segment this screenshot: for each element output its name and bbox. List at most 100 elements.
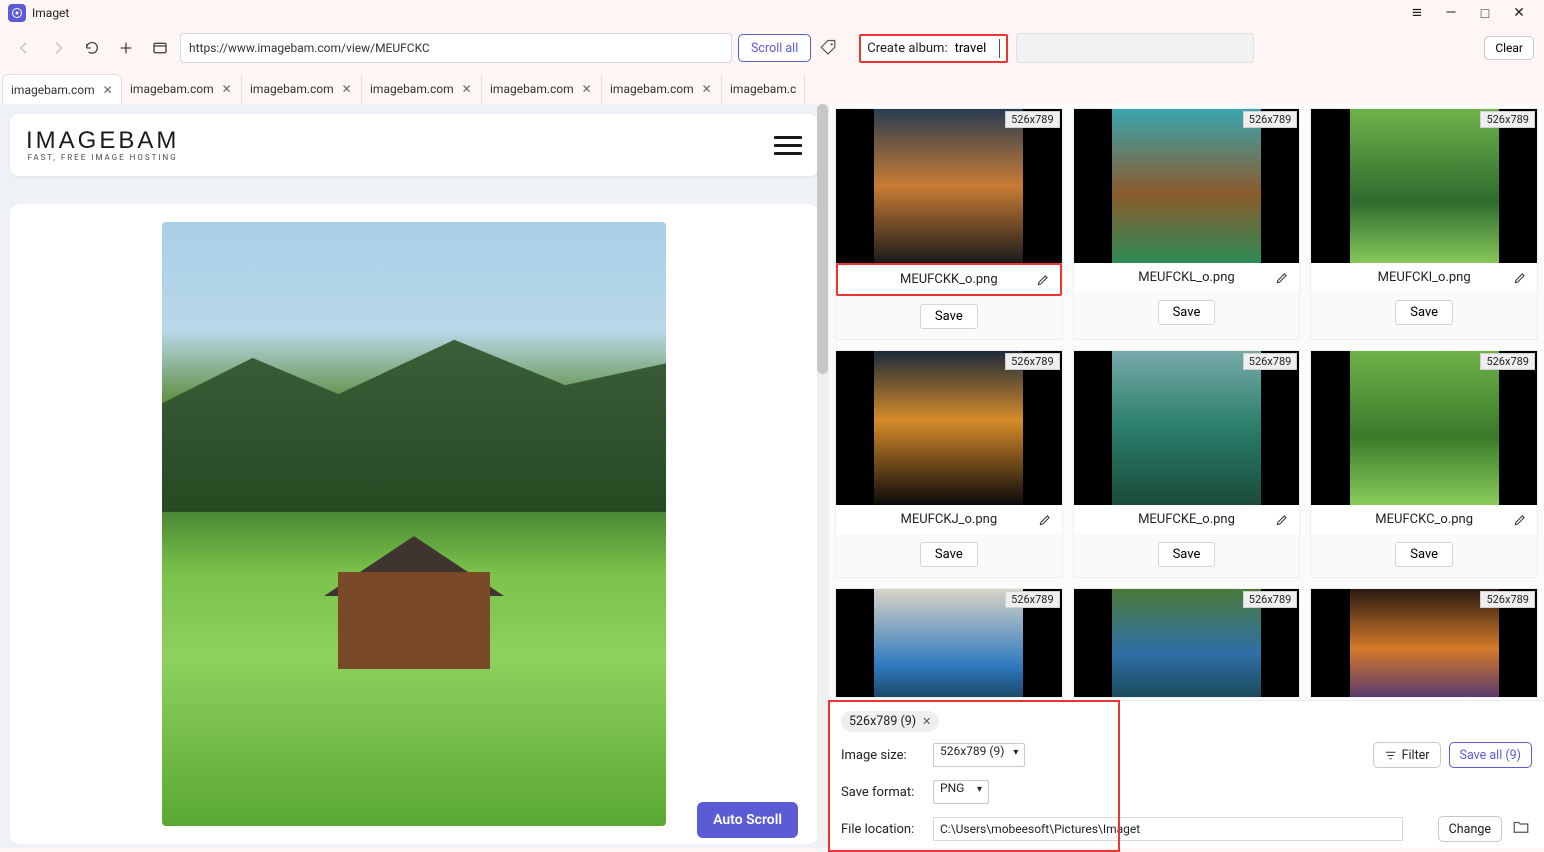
scrollbar[interactable]	[817, 104, 828, 848]
thumbnail-card[interactable]: 526x789 MEUFCKC_o.png Save	[1310, 350, 1538, 578]
tab-5[interactable]: imagebam.com✕	[602, 74, 722, 104]
clear-button[interactable]: Clear	[1484, 36, 1534, 60]
hamburger-menu-icon[interactable]: ≡	[1400, 0, 1434, 26]
nav-back-button[interactable]	[10, 34, 38, 62]
filename-row: MEUFCKI_o.png	[1311, 263, 1537, 292]
tab-label: imagebam.com	[490, 82, 574, 96]
create-album-field: Create album:	[859, 34, 1007, 63]
filename-row: MEUFCKE_o.png	[1074, 505, 1300, 534]
thumbnail-image: 526x789	[1074, 109, 1300, 263]
window-close-button[interactable]: ✕	[1502, 0, 1536, 26]
thumbnail-image: 526x789	[1074, 589, 1300, 697]
filename: MEUFCKC_o.png	[1375, 512, 1473, 527]
save-format-select[interactable]: PNG	[933, 780, 989, 804]
scroll-all-button[interactable]: Scroll all	[738, 34, 811, 62]
thumbnail-card[interactable]: 526x789 MEUFCKK_o.png Save	[835, 108, 1063, 340]
tab-3[interactable]: imagebam.com ✕	[362, 74, 482, 104]
app-icon	[8, 4, 26, 22]
file-location-field[interactable]: C:\Users\mobeesoft\Pictures\Imaget	[933, 817, 1403, 841]
thumbnail-card[interactable]: 526x789 MEUFCKI_o.png Save	[1310, 108, 1538, 340]
image-size-label: Image size:	[841, 748, 923, 763]
site-logo: IMAGEBAM FAST, FREE IMAGE HOSTING	[26, 129, 179, 162]
main-image	[162, 222, 666, 826]
save-thumbnail-button[interactable]: Save	[1395, 542, 1453, 567]
image-card	[10, 204, 818, 844]
tab-1[interactable]: imagebam.com ✕	[122, 74, 242, 104]
filename: MEUFCKE_o.png	[1138, 512, 1235, 527]
tab-close-icon[interactable]: ✕	[103, 83, 113, 97]
thumbnail-card[interactable]: 526x789MEUFCKE_o.pngSave	[1073, 350, 1301, 578]
thumbnail-card[interactable]: 526x789	[1310, 588, 1538, 698]
tab-close-icon[interactable]: ✕	[342, 82, 352, 96]
save-thumbnail-button[interactable]: Save	[1158, 300, 1216, 325]
thumbnail-card[interactable]: 526x789	[835, 588, 1063, 698]
edit-filename-icon[interactable]	[1513, 271, 1527, 285]
save-thumbnail-button[interactable]: Save	[1158, 542, 1216, 567]
app-name: Imaget	[32, 6, 69, 20]
save-all-button[interactable]: Save all (9)	[1449, 742, 1532, 768]
edit-filename-icon[interactable]	[1036, 273, 1050, 287]
thumbnail-image: 526x789	[1311, 351, 1537, 505]
thumbnail-image: 526x789	[1311, 589, 1537, 697]
file-location-label: File location:	[841, 822, 923, 837]
create-album-label: Create album:	[867, 41, 947, 56]
site-header: IMAGEBAM FAST, FREE IMAGE HOSTING	[10, 114, 818, 176]
album-toolbar-rest	[1016, 33, 1254, 63]
tab-close-icon[interactable]: ✕	[462, 82, 472, 96]
edit-filename-icon[interactable]	[1038, 513, 1052, 527]
save-thumbnail-button[interactable]: Save	[920, 542, 978, 567]
site-menu-icon[interactable]	[774, 136, 802, 155]
tab-label: imagebam.com	[130, 82, 214, 96]
new-tab-button[interactable]	[112, 34, 140, 62]
size-filter-chip[interactable]: 526x789 (9) ✕	[841, 711, 939, 732]
nav-forward-button[interactable]	[44, 34, 72, 62]
thumbnail-image: 526x789	[836, 109, 1062, 263]
thumbnail-image: 526x789	[836, 589, 1062, 697]
image-size-select[interactable]: 526x789 (9)	[933, 743, 1025, 767]
save-thumbnail-button[interactable]: Save	[920, 304, 978, 329]
edit-filename-icon[interactable]	[1275, 271, 1289, 285]
change-location-button[interactable]: Change	[1438, 816, 1502, 842]
tab-label: imagebam.c	[730, 82, 796, 96]
browser-panel-icon[interactable]	[146, 34, 174, 62]
edit-filename-icon[interactable]	[1513, 513, 1527, 527]
filename-row: MEUFCKK_o.png	[836, 263, 1062, 296]
window-maximize-button[interactable]: □	[1468, 0, 1502, 26]
tag-icon[interactable]	[817, 37, 839, 59]
save-thumbnail-button[interactable]: Save	[1395, 300, 1453, 325]
toolbar: https://www.imagebam.com/view/MEUFCKC Sc…	[0, 26, 1544, 70]
filename-row: MEUFCKJ_o.png	[836, 505, 1062, 534]
window-minimize-button[interactable]: —	[1434, 0, 1468, 26]
titlebar: Imaget ≡ — □ ✕	[0, 0, 1544, 26]
auto-scroll-button[interactable]: Auto Scroll	[697, 802, 798, 838]
tab-close-icon[interactable]: ✕	[582, 82, 592, 96]
tab-label: imagebam.com	[370, 82, 454, 96]
tab-2[interactable]: imagebam.com✕	[242, 74, 362, 104]
thumbnail-card[interactable]: 526x789 MEUFCKL_o.png Save	[1073, 108, 1301, 340]
dimension-badge: 526x789	[1243, 591, 1298, 608]
filename-row: MEUFCKL_o.png	[1074, 263, 1300, 292]
dimension-badge: 526x789	[1005, 111, 1060, 128]
download-settings-panel: 526x789 (9) ✕ Image size: 526x789 (9) Fi…	[829, 700, 1544, 848]
url-input[interactable]: https://www.imagebam.com/view/MEUFCKC	[180, 33, 732, 63]
edit-filename-icon[interactable]	[1275, 513, 1289, 527]
reload-button[interactable]	[78, 34, 106, 62]
thumbnail-card[interactable]: 526x789	[1073, 588, 1301, 698]
dimension-badge: 526x789	[1480, 111, 1535, 128]
tab-4[interactable]: imagebam.com ✕	[482, 74, 602, 104]
browser-viewport: IMAGEBAM FAST, FREE IMAGE HOSTING Auto S…	[0, 104, 828, 848]
save-format-label: Save format:	[841, 785, 923, 800]
filter-button[interactable]: Filter	[1373, 742, 1441, 768]
filename-row: MEUFCKC_o.png	[1311, 505, 1537, 534]
tab-close-icon[interactable]: ✕	[702, 82, 712, 96]
tab-0[interactable]: imagebam.com ✕	[2, 74, 122, 104]
filename: MEUFCKL_o.png	[1138, 270, 1234, 285]
dimension-badge: 526x789	[1005, 353, 1060, 370]
tab-6[interactable]: imagebam.c	[722, 74, 805, 104]
create-album-input[interactable]	[954, 39, 1000, 58]
tab-label: imagebam.com	[11, 83, 95, 97]
chip-remove-icon[interactable]: ✕	[922, 715, 931, 728]
tab-close-icon[interactable]: ✕	[222, 82, 232, 96]
thumbnail-card[interactable]: 526x789 MEUFCKJ_o.png Save	[835, 350, 1063, 578]
open-folder-icon[interactable]	[1510, 816, 1532, 838]
